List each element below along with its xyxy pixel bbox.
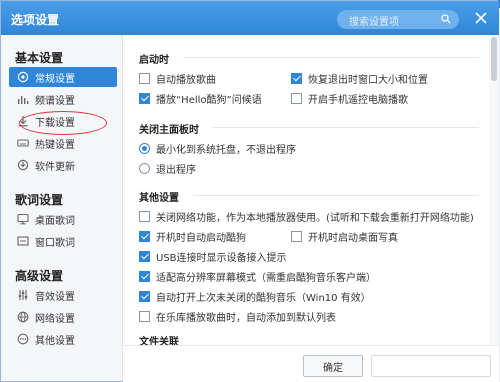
sidebar-item-label: 网络设置 <box>35 313 75 325</box>
option-label: 恢复退出时窗口大小和位置 <box>308 75 428 86</box>
option-label: 最小化到系统托盘，不退出程序 <box>156 145 296 156</box>
sidebar-item-network[interactable]: 网络设置 <box>9 307 117 327</box>
scrollbar-thumb[interactable] <box>491 37 497 81</box>
window-lyrics-icon <box>17 236 29 246</box>
desktop-lyrics-icon <box>17 213 29 225</box>
sidebar-item-other[interactable]: 其他设置 <box>9 329 117 349</box>
option-label: 开启手机遥控电脑播歌 <box>308 95 408 106</box>
sidebar-item-spectrum[interactable]: 频谱设置 <box>9 89 117 109</box>
close-icon[interactable] <box>473 10 489 26</box>
option-restore-window[interactable]: 恢复退出时窗口大小和位置 <box>291 71 428 86</box>
checkbox[interactable] <box>139 251 150 262</box>
spectrum-icon <box>18 96 29 104</box>
sidebar-group-lyrics: 歌词设置 <box>15 193 64 207</box>
option-exit-program[interactable]: 退出程序 <box>139 161 196 176</box>
option-label: 退出程序 <box>156 165 196 176</box>
option-desktop-photo[interactable]: 开机时启动桌面写真 <box>291 229 398 244</box>
option-label: 关闭网络功能，作为本地播放器使用。(试听和下载会重新打开网络功能) <box>156 213 474 224</box>
option-label: 在乐库播放歌曲时，自动添加到默认列表 <box>156 313 336 324</box>
option-reopen-last[interactable]: 自动打开上次未关闭的酷狗音乐（Win10 有效） <box>139 289 371 304</box>
highlight-ring <box>19 111 107 135</box>
section-divider <box>183 57 479 58</box>
sidebar-item-label: 频谱设置 <box>35 95 75 107</box>
sidebar-item-hotkey[interactable]: 热键设置 <box>9 133 117 153</box>
cancel-button[interactable] <box>371 355 491 377</box>
dialog-footer: 确定 <box>123 345 499 382</box>
checkbox[interactable] <box>139 291 150 302</box>
section-title-startup: 启动时 <box>139 55 169 66</box>
option-usb-prompt[interactable]: USB连接时显示设备接入提示 <box>139 249 287 264</box>
update-icon <box>17 159 29 171</box>
checkbox[interactable] <box>139 93 150 104</box>
sidebar-item-update[interactable]: 软件更新 <box>9 155 117 175</box>
options-dialog: 选项设置 搜索设置项 基本设置 常规设置 频谱设置 下载设置 热键设置 软件更新 <box>0 0 499 382</box>
sidebar-item-sound-effect[interactable]: 音效设置 <box>9 285 117 305</box>
sidebar-item-label: 软件更新 <box>35 161 75 173</box>
sidebar-item-window-lyrics[interactable]: 窗口歌词 <box>9 231 117 251</box>
sidebar-item-label: 热键设置 <box>35 139 75 151</box>
sidebar-group-basic: 基本设置 <box>15 51 64 65</box>
checkbox[interactable] <box>139 311 150 322</box>
checkbox[interactable] <box>291 93 302 104</box>
search-placeholder: 搜索设置项 <box>349 17 399 28</box>
sound-effect-icon <box>18 290 28 300</box>
sidebar-item-label: 窗口歌词 <box>35 237 75 249</box>
checkbox[interactable] <box>139 271 150 282</box>
option-label: 适配高分辨率屏幕模式（需重启酷狗音乐客户端） <box>156 273 376 284</box>
option-label: USB连接时显示设备接入提示 <box>156 253 287 264</box>
option-label: 开机时启动桌面写真 <box>308 233 398 244</box>
option-label: 播放“Hello酷狗”问候语 <box>156 95 262 106</box>
dialog-title: 选项设置 <box>11 13 60 27</box>
option-autostart[interactable]: 开机时自动启动酷狗 <box>139 229 246 244</box>
search-icon <box>441 14 451 24</box>
dialog-titlebar: 选项设置 搜索设置项 <box>1 1 499 35</box>
network-icon <box>17 311 29 323</box>
sidebar-item-label: 其他设置 <box>35 335 75 347</box>
section-title-other: 其他设置 <box>139 193 179 204</box>
section-divider <box>213 127 479 128</box>
option-hello-greeting[interactable]: 播放“Hello酷狗”问候语 <box>139 91 262 106</box>
option-label: 自动打开上次未关闭的酷狗音乐（Win10 有效） <box>156 293 371 304</box>
settings-icon <box>17 71 29 83</box>
option-add-to-default-list[interactable]: 在乐库播放歌曲时，自动添加到默认列表 <box>139 309 336 324</box>
scrollbar-track[interactable] <box>489 35 499 345</box>
settings-sidebar: 基本设置 常规设置 频谱设置 下载设置 热键设置 软件更新 歌词设置 桌面歌词 <box>1 35 123 381</box>
sidebar-group-advanced: 高级设置 <box>15 269 64 283</box>
radio-button[interactable] <box>139 143 150 154</box>
keyboard-icon <box>17 139 29 147</box>
sidebar-item-desktop-lyrics[interactable]: 桌面歌词 <box>9 209 117 229</box>
more-icon <box>17 333 29 345</box>
section-divider <box>193 195 479 196</box>
option-high-dpi[interactable]: 适配高分辨率屏幕模式（需重启酷狗音乐客户端） <box>139 269 376 284</box>
checkbox[interactable] <box>139 231 150 242</box>
option-phone-remote[interactable]: 开启手机遥控电脑播歌 <box>291 91 408 106</box>
checkbox[interactable] <box>291 231 302 242</box>
sidebar-item-general[interactable]: 常规设置 <box>9 67 117 87</box>
sidebar-item-label: 常规设置 <box>35 73 75 85</box>
option-disable-network[interactable]: 关闭网络功能，作为本地播放器使用。(试听和下载会重新打开网络功能) <box>139 209 474 224</box>
radio-button[interactable] <box>139 163 150 174</box>
checkbox[interactable] <box>139 73 150 84</box>
option-label: 自动播放歌曲 <box>156 75 216 86</box>
settings-search-input[interactable]: 搜索设置项 <box>337 10 459 29</box>
checkbox[interactable] <box>139 211 150 222</box>
section-title-file-assoc: 文件关联 <box>139 337 179 345</box>
section-title-close-panel: 关闭主面板时 <box>139 125 199 136</box>
option-minimize-to-tray[interactable]: 最小化到系统托盘，不退出程序 <box>139 141 296 156</box>
option-autoplay[interactable]: 自动播放歌曲 <box>139 71 216 86</box>
option-label: 开机时自动启动酷狗 <box>156 233 246 244</box>
sidebar-item-label: 音效设置 <box>35 291 75 303</box>
ok-button[interactable]: 确定 <box>303 355 363 377</box>
settings-content: 启动时 自动播放歌曲 恢复退出时窗口大小和位置 播放“Hello酷狗”问候语 开… <box>123 35 489 345</box>
checkbox[interactable] <box>291 73 302 84</box>
sidebar-item-label: 桌面歌词 <box>35 215 75 227</box>
